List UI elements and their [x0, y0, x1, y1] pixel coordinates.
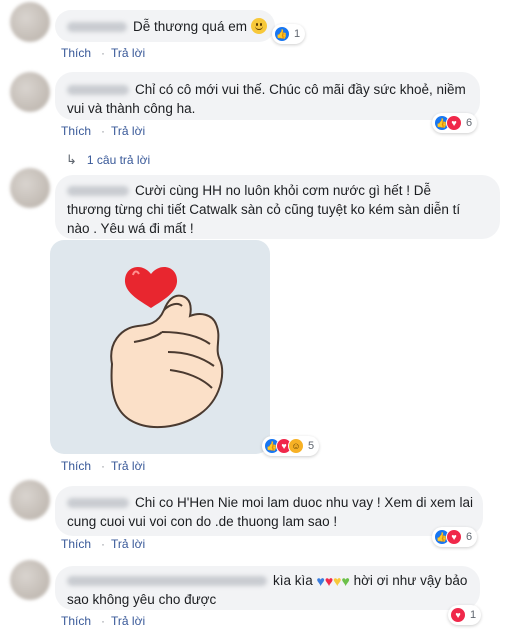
haha-reaction-icon: ☺ — [288, 438, 304, 454]
separator: · — [101, 46, 106, 60]
finger-heart-icon — [110, 267, 224, 429]
comment-actions: Thích · Trả lời — [61, 537, 155, 551]
yellow-heart-icon: ♥ — [333, 573, 342, 589]
comment-body-start: kìa kìa — [273, 573, 313, 588]
blue-heart-icon: ♥ — [316, 573, 325, 589]
separator: · — [101, 124, 106, 138]
like-link[interactable]: Thích — [61, 614, 91, 628]
like-link[interactable]: Thích — [61, 46, 91, 60]
separator: · — [101, 537, 106, 551]
reaction-summary[interactable]: ♥ 1 — [448, 605, 482, 625]
reply-link[interactable]: Trả lời — [111, 124, 145, 138]
comment-text: Chi co H'Hen Nie moi lam duoc nhu vay ! … — [67, 493, 477, 531]
comment-text: kìa kìa ♥♥♥♥ hời ơi như vậy bảo sao khôn… — [67, 571, 472, 609]
comment-actions: Thích · Trả lời — [61, 46, 155, 60]
reaction-count: 5 — [308, 440, 315, 452]
avatar[interactable] — [10, 72, 50, 112]
avatar[interactable] — [10, 480, 50, 520]
comment-actions: Thích · Trả lời — [61, 124, 155, 138]
like-link[interactable]: Thích — [61, 459, 91, 473]
love-reaction-icon: ♥ — [446, 115, 462, 131]
comment-text: Cười cùng HH no luôn khỏi cơm nước gì hế… — [67, 181, 477, 238]
reply-link[interactable]: Trả lời — [111, 614, 145, 628]
separator: · — [101, 614, 106, 628]
reply-link[interactable]: Trả lời — [111, 459, 145, 473]
author-name[interactable] — [67, 576, 267, 587]
view-replies-link[interactable]: ↳ 1 câu trả lời — [66, 152, 150, 168]
reaction-count: 1 — [470, 609, 477, 621]
smile-emoji-icon — [250, 18, 267, 34]
reaction-count: 1 — [294, 28, 301, 40]
reaction-count: 6 — [466, 531, 473, 543]
love-reaction-icon: ♥ — [450, 607, 466, 623]
comment-text: Dễ thương quá em — [67, 17, 267, 36]
reaction-summary[interactable]: 👍 ♥ 6 — [432, 527, 478, 547]
like-reaction-icon: 👍 — [274, 26, 290, 42]
love-reaction-icon: ♥ — [446, 529, 462, 545]
comment-body: Dễ thương quá em — [133, 19, 247, 34]
reply-arrow-icon: ↳ — [66, 152, 77, 167]
like-link[interactable]: Thích — [61, 537, 91, 551]
red-heart-icon: ♥ — [324, 573, 334, 589]
reaction-summary[interactable]: 👍 1 — [272, 24, 306, 44]
reaction-count: 6 — [466, 117, 473, 129]
comment-actions: Thích · Trả lời — [61, 459, 155, 473]
reply-link[interactable]: Trả lời — [111, 46, 145, 60]
author-name[interactable] — [67, 186, 129, 197]
avatar[interactable] — [10, 2, 50, 42]
comment-text: Chỉ có cô mới vui thế. Chúc cô mãi đầy s… — [67, 80, 472, 118]
author-name[interactable] — [67, 85, 129, 96]
avatar[interactable] — [10, 560, 50, 600]
author-name[interactable] — [67, 498, 129, 509]
like-link[interactable]: Thích — [61, 124, 91, 138]
green-heart-icon: ♥ — [341, 573, 350, 589]
reaction-summary[interactable]: 👍 ♥ 6 — [432, 113, 478, 133]
finger-heart-sticker[interactable] — [50, 240, 270, 454]
replies-count-label[interactable]: 1 câu trả lời — [87, 153, 150, 167]
comment-actions: Thích · Trả lời — [61, 614, 155, 628]
author-name[interactable] — [67, 22, 127, 33]
separator: · — [101, 459, 106, 473]
avatar[interactable] — [10, 168, 50, 208]
reaction-summary[interactable]: 👍 ♥ ☺ 5 — [262, 436, 320, 456]
reply-link[interactable]: Trả lời — [111, 537, 145, 551]
